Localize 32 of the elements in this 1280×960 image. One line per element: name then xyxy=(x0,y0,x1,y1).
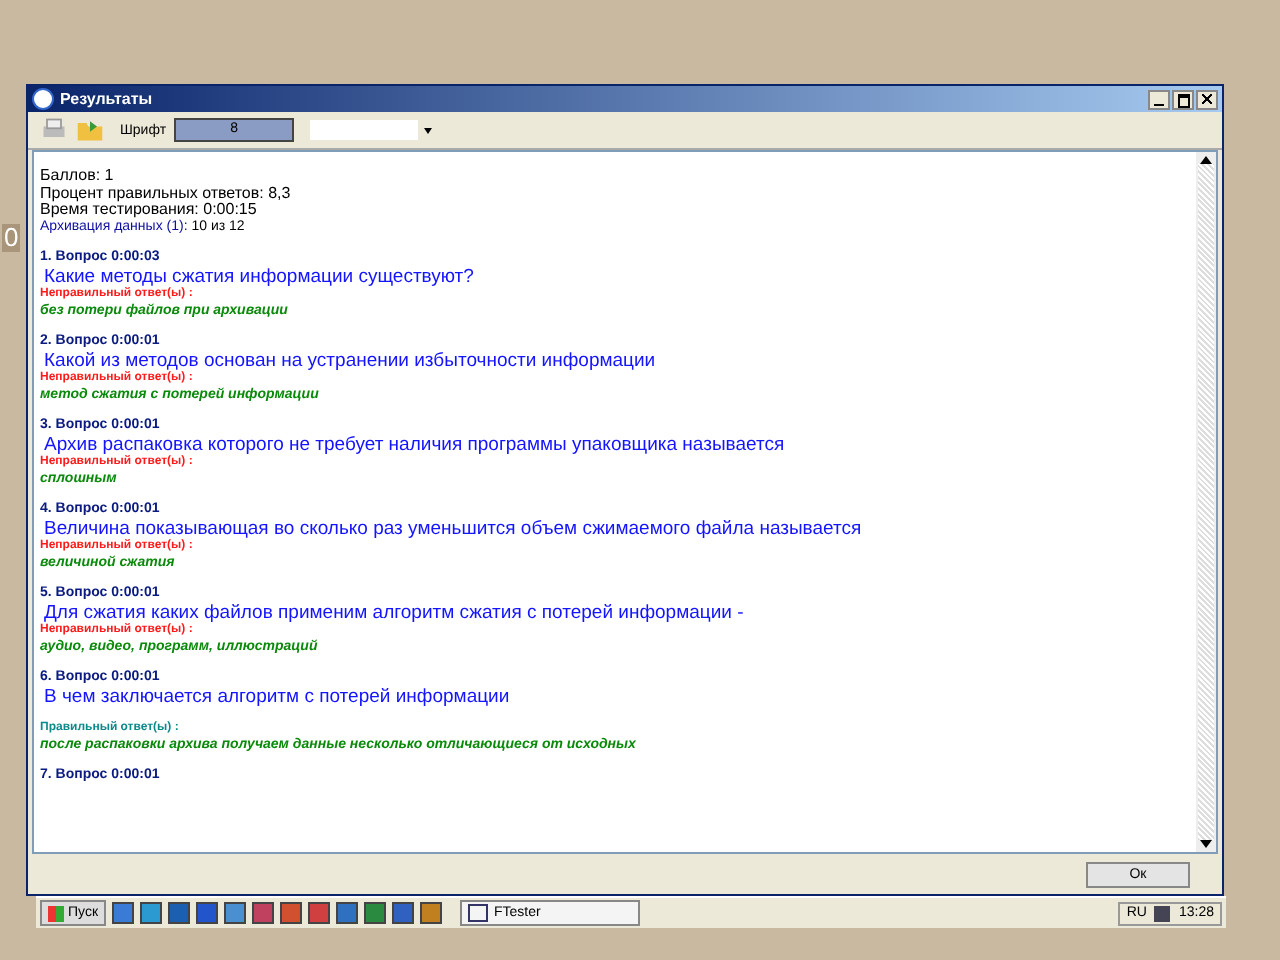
quick-launch-icon[interactable] xyxy=(140,902,163,924)
quick-launch-icon[interactable] xyxy=(196,902,219,924)
quick-launch-icon[interactable] xyxy=(420,902,443,924)
question-text: В чем заключается алгоритм с потерей информации xyxy=(42,686,512,708)
windows-logo-icon xyxy=(48,905,64,921)
quick-launch-icon[interactable] xyxy=(364,902,387,924)
slide-number: 0 xyxy=(2,224,21,252)
question-text: Архив распаковка которого не требует наличия программы упаковщика называется xyxy=(44,434,787,456)
window-icon xyxy=(468,904,489,922)
maximize-button[interactable] xyxy=(1172,89,1194,109)
quick-launch-icon[interactable] xyxy=(308,902,331,924)
question-text: Какие методы сжатия информации существуют? xyxy=(44,266,476,288)
close-button[interactable] xyxy=(1196,89,1218,109)
summary-line: Процент правильных ответов: 8,3 xyxy=(40,185,293,202)
scrollbar[interactable] xyxy=(1196,152,1216,852)
quick-launch-icon[interactable] xyxy=(336,902,359,924)
quick-launch-icon[interactable] xyxy=(252,902,275,924)
window-title: Результаты xyxy=(60,90,155,108)
summary-line: Время тестирования: 0:00:15 xyxy=(40,202,259,219)
question-text: Величина показывающая во сколько раз уменьшится объем сжимаемого файла называется xyxy=(44,518,864,540)
quick-launch-icon[interactable] xyxy=(112,902,135,924)
quick-launch-icon[interactable] xyxy=(224,902,247,924)
quick-launch-icon[interactable] xyxy=(280,902,303,924)
app-icon xyxy=(32,88,54,110)
folder-icon[interactable] xyxy=(76,116,104,144)
question-text: Для сжатия каких файлов применим алгоритм сжатия с потерей информации - xyxy=(44,602,746,624)
caret-icon xyxy=(424,128,433,134)
minimize-button[interactable] xyxy=(1148,89,1170,109)
summary-line: Баллов: 1 xyxy=(40,168,116,185)
quick-launch-icon[interactable] xyxy=(168,902,191,924)
question-text: Какой из методов основан на устранении избыточности информации xyxy=(44,350,658,372)
quick-launch-icon[interactable] xyxy=(392,902,415,924)
